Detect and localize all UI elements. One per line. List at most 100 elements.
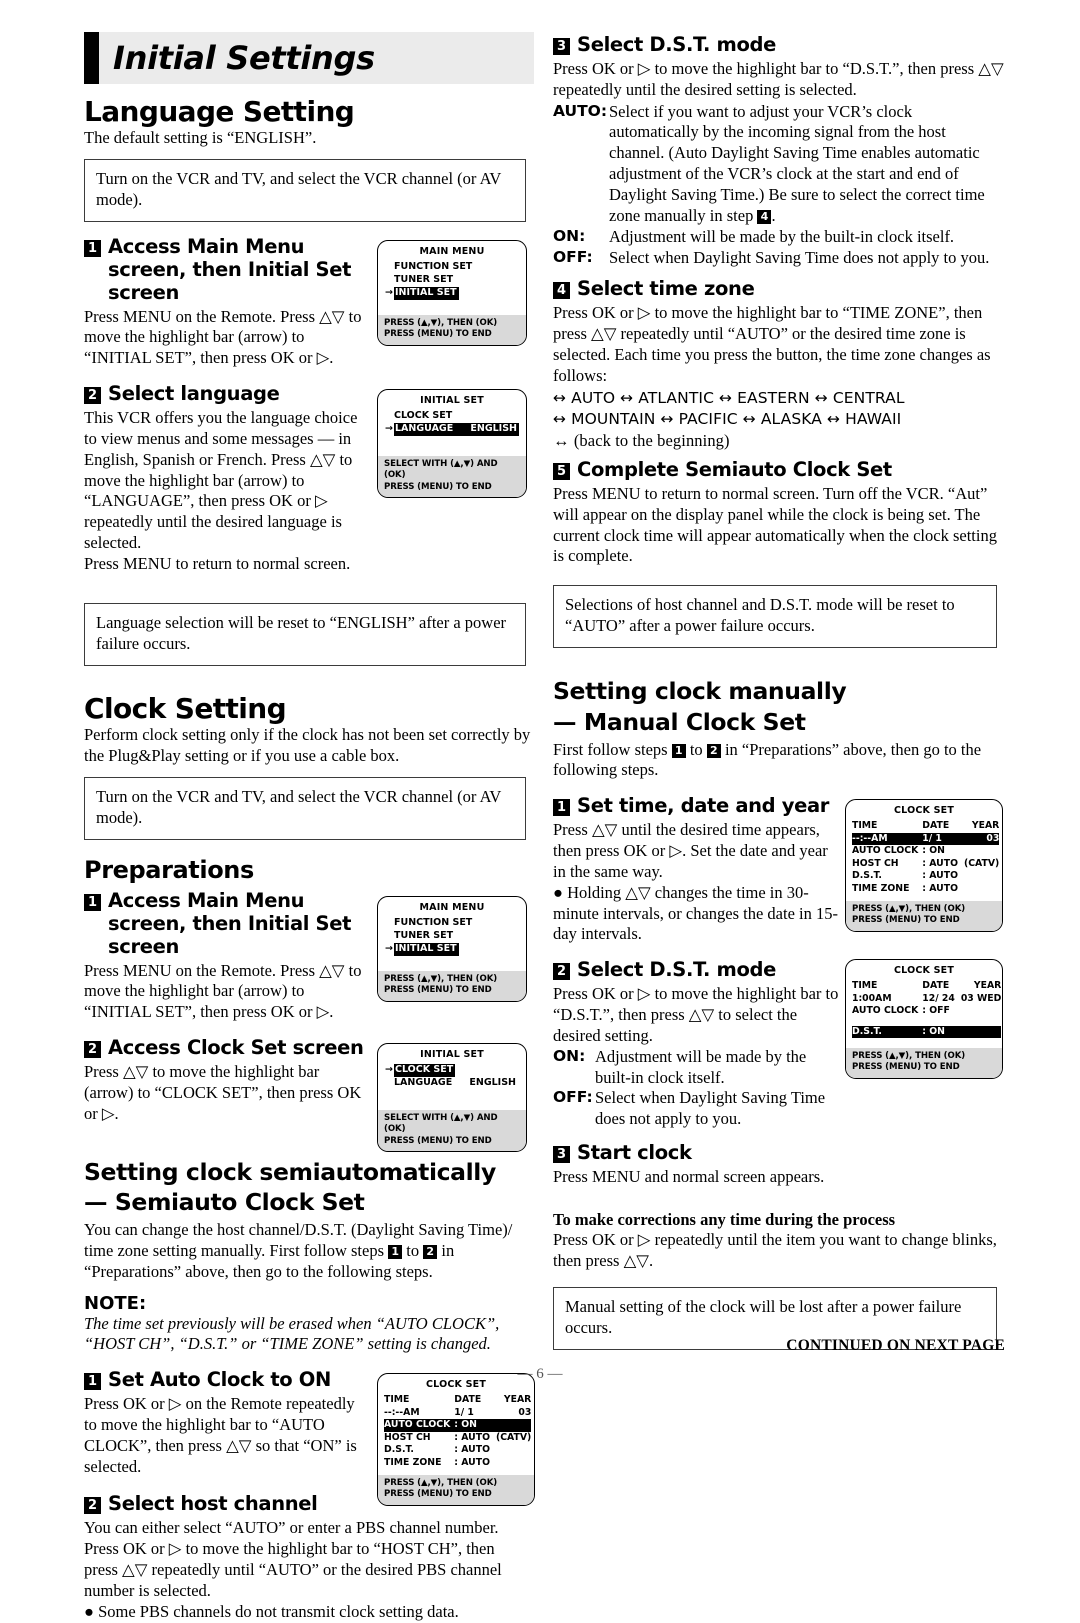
bullet-text: Holding △▽ changes the time in 30-minute… <box>553 882 838 944</box>
clock-step2-block: 2 Access Clock Set screen Press △▽ to mo… <box>84 1036 544 1152</box>
clock-time-value: --:--AM <box>384 1406 420 1418</box>
clock-weekday-value: WED <box>977 992 1002 1004</box>
manual-step3-heading: 3 Start clock <box>553 1141 1005 1165</box>
def-text: Select if you want to adjust your VCR’s … <box>609 101 985 225</box>
inline-step-2: 2 <box>706 743 721 758</box>
clock-col-date: DATE <box>454 1394 482 1406</box>
clock-row-label: AUTO CLOCK <box>852 1005 919 1017</box>
manual-step1-block: 1 Set time, date and year Press △▽ until… <box>553 794 1005 945</box>
sep: : <box>922 882 927 894</box>
screen-footer-line2: PRESS (MENU) TO END <box>384 329 492 340</box>
screen-title: MAIN MENU <box>419 902 485 914</box>
def-term: OFF: <box>553 1088 593 1107</box>
screen-title: INITIAL SET <box>420 395 484 407</box>
sep: : <box>922 1025 927 1037</box>
clock-col-time: TIME <box>852 820 878 832</box>
step-number-badge: 1 <box>553 799 570 817</box>
clock-setting-intro: Perform clock setting only if the clock … <box>84 725 531 766</box>
clock-row-value: AUTO <box>461 1431 490 1443</box>
clock-col-time: TIME <box>852 980 878 992</box>
manual-step3-body: Press MENU and normal screen appears. <box>553 1166 825 1186</box>
clock-step2-heading: 2 Access Clock Set screen <box>84 1036 366 1060</box>
semiauto-step4-block: 4 Select time zone Press OK or ▷ to move… <box>553 278 1005 451</box>
sep: : <box>454 1419 459 1431</box>
manual-heading-line1: Setting clock manually <box>553 677 847 706</box>
step-title: Access Main Menu screen, then Initial Se… <box>108 235 352 304</box>
clock-year-value: 03 <box>957 832 1000 846</box>
clock-prep-box: Turn on the VCR and TV, and select the V… <box>84 776 526 840</box>
screen-footer-line2: PRESS (MENU) TO END <box>384 481 492 492</box>
step-number-badge: 2 <box>84 1041 101 1059</box>
menu-item: TUNER SET <box>394 930 454 941</box>
clock-row-label: TIME ZONE <box>852 882 910 894</box>
clock-date-value: 1/ 1 <box>918 832 958 846</box>
manual-step1-bullet: ● Holding △▽ changes the time in 30-minu… <box>553 882 838 944</box>
manual-heading-line2: — Manual Clock Set <box>553 707 806 736</box>
screen-title: MAIN MENU <box>419 246 485 258</box>
step-title: Access Clock Set screen <box>108 1036 364 1060</box>
semiauto-heading-line1: Setting clock semiautomatically <box>84 1157 496 1186</box>
manual-dst-def-on: ON: Adjustment will be made by the built… <box>553 1047 841 1089</box>
clock-col-year: YEAR <box>503 1394 532 1406</box>
clock-col-date: DATE <box>922 820 950 832</box>
language-note-box: Language selection will be reset to “ENG… <box>84 602 526 666</box>
step-number-badge: 4 <box>553 282 570 300</box>
semiauto-step5-block: 5 Complete Semiauto Clock Set Press MENU… <box>553 458 1005 567</box>
screen-main-menu-2: MAIN MENU FUNCTION SET TUNER SET → INITIA… <box>377 896 527 1002</box>
sep: : <box>922 845 927 857</box>
def-term: ON: <box>553 226 586 245</box>
menu-item-highlighted: CLOCK SET <box>394 1064 456 1078</box>
language-step2-heading: 2 Select language <box>84 382 366 406</box>
screen-initial-set-clock: INITIAL SET → CLOCK SET LANGUAGE ENGLISH S… <box>377 1043 527 1152</box>
semiauto-step5-heading: 5 Complete Semiauto Clock Set <box>553 458 1005 482</box>
menu-item: CLOCK SET <box>394 410 453 422</box>
clock-row-value: AUTO <box>929 857 958 869</box>
manual-step1-heading: 1 Set time, date and year <box>553 794 841 818</box>
clock-col-year: YEAR <box>973 980 1002 992</box>
screen-footer-line2: PRESS (MENU) TO END <box>384 1135 492 1146</box>
sep: : <box>454 1444 459 1456</box>
semiauto-step2-body: You can either select “AUTO” or enter a … <box>84 1518 502 1600</box>
semiauto-heading-line2: — Semiauto Clock Set <box>84 1188 365 1217</box>
sep: : <box>454 1456 459 1468</box>
language-step2-block: 2 Select language This VCR offers you th… <box>84 382 544 575</box>
semiauto-step3-body: Press OK or ▷ to move the highlight bar … <box>553 58 1004 99</box>
clock-row-value: ON <box>461 1419 477 1431</box>
manual-intro: First follow steps 1 to 2 in “Preparatio… <box>553 739 982 780</box>
continued-on-next-page: CONTINUED ON NEXT PAGE <box>786 1337 1005 1354</box>
menu-item: FUNCTION SET <box>394 917 473 929</box>
clock-row-value: AUTO <box>929 882 958 894</box>
step-title: Select time zone <box>577 277 755 301</box>
def-text: Adjustment will be made by the built-in … <box>595 1046 807 1087</box>
clock-row-label: TIME ZONE <box>384 1456 442 1468</box>
manual-page: Initial Settings Language Setting The de… <box>0 0 1080 1621</box>
step-number-badge: 2 <box>553 963 570 981</box>
screen-clock-set-auto: CLOCK SET TIME DATE YEAR --:--AM 1/ 1 03… <box>377 1373 535 1506</box>
screen-clock-set-time: CLOCK SET TIME DATE YEAR --:--AM 1/ 1 03… <box>845 799 1003 932</box>
screen-title: CLOCK SET <box>893 805 954 817</box>
screen-footer-line2: PRESS (MENU) TO END <box>384 1489 492 1500</box>
step-number-badge: 3 <box>553 38 570 55</box>
screen-footer-line1: PRESS (▲,▼), THEN (OK) <box>384 1477 498 1488</box>
clock-step1-body: Press MENU on the Remote. Press △▽ to mo… <box>84 960 362 1022</box>
clock-row-value: AUTO <box>461 1444 490 1456</box>
menu-item-highlighted: INITIAL SET <box>394 286 459 300</box>
timezone-line-2: ↔ MOUNTAIN ↔ PACIFIC ↔ ALASKA ↔ HAWAII <box>553 410 902 429</box>
screen-footer-line1: PRESS (▲,▼), THEN (OK) <box>852 904 966 914</box>
clock-date-value: 1/ 1 <box>454 1406 474 1418</box>
page-number: — 6 — <box>517 1366 563 1382</box>
semiauto-note-label: NOTE: <box>84 1292 147 1314</box>
language-step1-block: 1 Access Main Menu screen, then Initial … <box>84 235 544 369</box>
language-step1-body: Press MENU on the Remote. Press △▽ to mo… <box>84 306 362 368</box>
manual-step2-heading: 2 Select D.S.T. mode <box>553 958 841 982</box>
semiauto-step1-body: Press OK or ▷ on the Remote repeatedly t… <box>84 1394 357 1476</box>
screen-footer-line1: PRESS (▲,▼), THEN (OK) <box>384 973 498 984</box>
clock-row-label: D.S.T. <box>384 1444 414 1456</box>
corrections-body: Press OK or ▷ repeatedly until the item … <box>553 1229 997 1270</box>
clock-time-value: 1:00AM <box>852 992 892 1004</box>
step-number-badge: 5 <box>553 462 570 480</box>
def-text: Select when Daylight Saving Time does no… <box>609 247 990 267</box>
step-title: Select D.S.T. mode <box>577 33 777 56</box>
sep: : <box>922 1005 927 1017</box>
step-number-badge: 2 <box>84 1497 101 1515</box>
